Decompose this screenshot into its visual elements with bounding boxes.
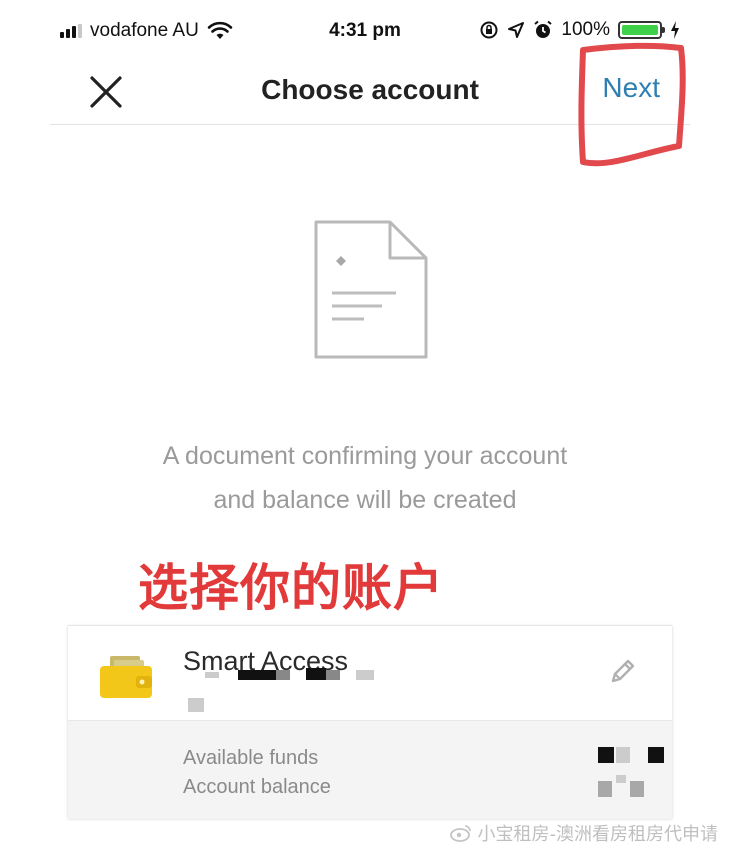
battery-percent: 100%: [561, 19, 610, 40]
battery-icon: [618, 21, 665, 39]
screen-lock-icon: [480, 21, 498, 39]
document-icon: [314, 220, 428, 359]
account-balance-label: Account balance: [183, 776, 331, 798]
account-card[interactable]: Smart Access Available funds Account bal…: [68, 625, 672, 819]
watermark: 小宝租房-澳洲看房租房代申请: [449, 820, 719, 846]
watermark-text: 小宝租房-澳洲看房租房代申请: [477, 824, 719, 845]
wallet-icon: [100, 656, 152, 698]
chinese-annotation: 选择你的账户: [138, 559, 444, 617]
status-right: 100%: [479, 19, 680, 41]
charging-icon: [671, 21, 679, 39]
pencil-icon[interactable]: [608, 656, 638, 686]
battery-level-fill: [622, 25, 658, 35]
description-line-1: A document confirming your account: [162, 442, 568, 470]
account-details: Available funds Account balance: [68, 720, 672, 819]
weibo-icon: [449, 825, 471, 842]
red-highlight-annotation: [578, 42, 686, 167]
account-row[interactable]: Smart Access: [68, 626, 672, 720]
description-line-2: and balance will be created: [213, 486, 517, 514]
alarm-icon: [534, 20, 553, 38]
location-icon: [508, 22, 525, 38]
available-funds-label: Available funds: [183, 747, 319, 769]
